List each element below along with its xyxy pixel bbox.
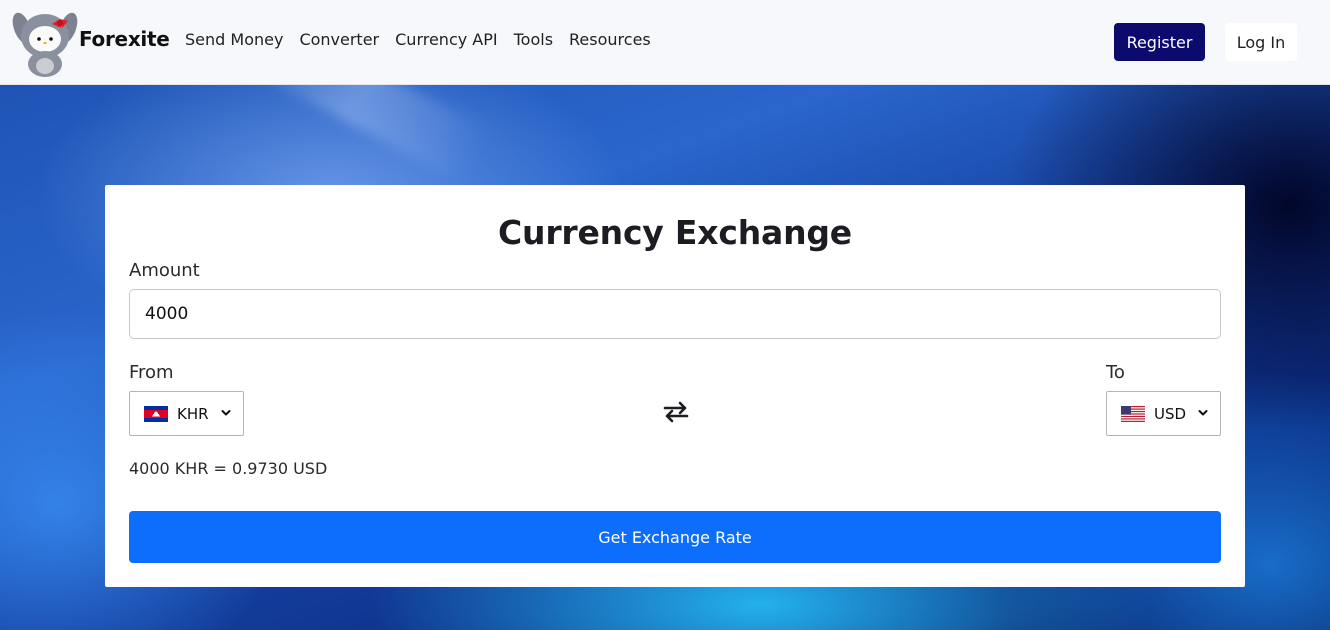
chevron-down-icon [221, 410, 231, 416]
card-title: Currency Exchange [498, 213, 852, 252]
nav-link-currency-api[interactable]: Currency API [395, 30, 497, 49]
login-button[interactable]: Log In [1225, 23, 1297, 61]
to-currency-select[interactable]: USD [1106, 391, 1221, 436]
from-currency-code: KHR [177, 405, 209, 423]
hello-kitty-plush-logo-icon [12, 12, 78, 77]
nav-link-send-money[interactable]: Send Money [185, 30, 283, 49]
main-nav: Send Money Converter Currency API Tools … [185, 30, 651, 49]
amount-label: Amount [129, 260, 200, 281]
to-currency-code: USD [1154, 405, 1187, 423]
brand-logo[interactable] [12, 6, 78, 78]
get-exchange-rate-button[interactable]: Get Exchange Rate [129, 511, 1221, 563]
nav-link-resources[interactable]: Resources [569, 30, 651, 49]
cambodia-flag-icon [144, 406, 168, 422]
chevron-down-icon [1198, 410, 1208, 416]
currency-exchange-card: Currency Exchange Amount From KHR To [105, 185, 1245, 587]
brand-name[interactable]: Forexite [79, 27, 170, 51]
nav-link-converter[interactable]: Converter [299, 30, 379, 49]
register-button[interactable]: Register [1114, 23, 1205, 61]
nav-link-tools[interactable]: Tools [514, 30, 553, 49]
swap-arrows-icon [663, 401, 689, 423]
background-light-streak [231, 85, 489, 183]
to-label: To [1106, 362, 1125, 383]
navbar: Forexite Send Money Converter Currency A… [0, 0, 1330, 85]
from-currency-select[interactable]: KHR [129, 391, 244, 436]
conversion-result: 4000 KHR = 0.9730 USD [129, 459, 328, 478]
usa-flag-icon [1121, 406, 1145, 422]
swap-currencies-button[interactable] [661, 398, 691, 426]
amount-input[interactable] [129, 289, 1221, 339]
from-label: From [129, 362, 174, 383]
